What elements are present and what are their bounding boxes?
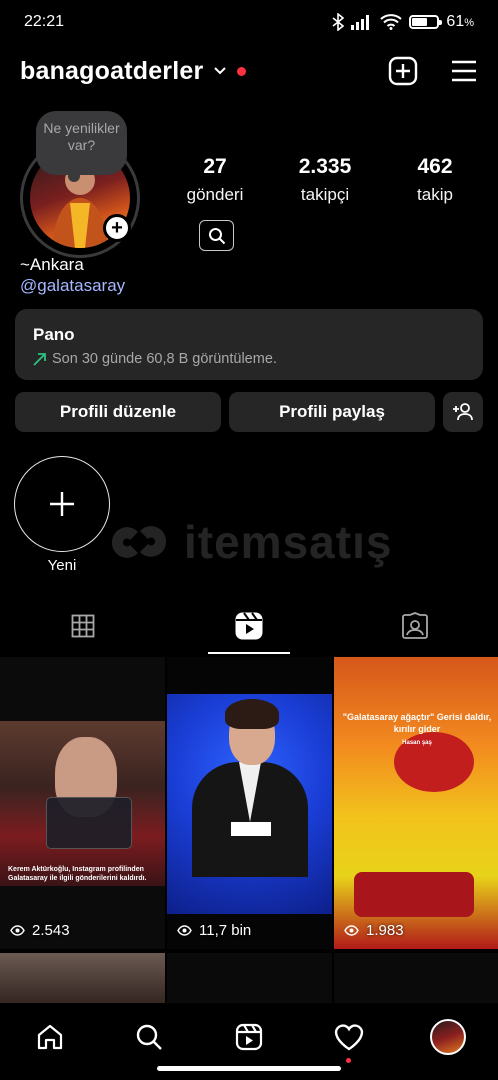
search-icon [208,227,225,244]
reels-icon [235,1023,263,1051]
dashboard-subtitle-row: Son 30 günde 60,8 B görüntüleme. [33,351,465,367]
new-highlight-circle [14,456,110,552]
tab-posts[interactable] [0,598,166,654]
share-profile-button[interactable]: Profili paylaş [229,392,435,432]
reel-view-count: 11,7 bin [199,922,252,939]
nav-home[interactable] [30,1017,70,1057]
home-indicator[interactable] [157,1066,341,1071]
tab-tagged[interactable] [332,598,498,654]
watermark: itemsatış [104,515,392,569]
reel-caption-text: "Galatasaray ağaçtır" Gerisi daldır, kır… [342,712,492,734]
create-post-icon[interactable] [388,56,418,86]
bio-name: ~Ankara [20,255,84,274]
notification-dot [237,66,247,76]
reel-caption-author: Hasan şaş [402,740,432,746]
followers-stat[interactable]: 2.335 takipçi [280,155,370,205]
dashboard-title: Pano [33,325,75,344]
reel-view-count: 2.543 [32,922,70,939]
posts-label: gönderi [186,185,244,204]
wifi-icon [380,14,403,30]
following-stat[interactable]: 462 takip [390,155,480,205]
reel-thumbnail[interactable]: 11,7 bin [167,657,332,949]
reels-icon [235,612,263,640]
reel-view-count: 1.983 [366,922,404,939]
chevron-down-icon[interactable] [213,64,227,78]
username[interactable]: banagoatderler [20,57,203,86]
status-time: 22:21 [24,13,65,30]
heart-icon [334,1024,363,1051]
tab-reels[interactable] [166,598,332,654]
new-highlight[interactable]: Yeni [14,456,110,574]
profile-stats: 27 gönderi 2.335 takipçi 462 takip [170,155,480,205]
nav-reels[interactable] [229,1017,269,1057]
search-icon [137,1024,163,1050]
discover-people-button[interactable] [443,392,483,432]
professional-dashboard[interactable]: Pano Son 30 günde 60,8 B görüntüleme. [15,309,483,380]
plus-icon [50,492,74,516]
edit-profile-button[interactable]: Profili düzenle [15,392,221,432]
profile-actions: Profili düzenle Profili paylaş [15,392,483,432]
eye-icon [10,925,25,936]
bluetooth-icon [332,13,345,31]
nav-profile[interactable] [428,1017,468,1057]
reel-thumbnail[interactable]: Kerem Aktürkoğlu, Instagram profilinden … [0,657,165,949]
trend-up-icon [33,352,46,366]
reel-image-card [46,797,132,849]
following-label: takip [417,185,453,204]
reel-views: 11,7 bin [177,922,251,939]
reel-image-paper [231,822,271,836]
add-story-icon[interactable]: + [103,214,131,242]
bio: ~Ankara @galatasaray [20,254,125,296]
dashboard-subtitle: Son 30 günde 60,8 B görüntüleme. [52,351,277,367]
grid-icon [71,614,95,638]
nav-activity[interactable] [329,1017,369,1063]
bio-mention-link[interactable]: @galatasaray [20,275,125,296]
posts-count: 27 [203,155,227,178]
content-tabs [0,598,498,654]
battery-percent: 61% [446,13,474,30]
following-count: 462 [417,155,453,178]
profile-header: banagoatderler [20,50,478,92]
watermark-text: itemsatış [184,516,393,568]
eye-icon [177,925,192,936]
profile-search-button[interactable] [199,220,234,251]
battery-level [412,18,428,26]
followers-count: 2.335 [298,155,352,178]
watermark-logo [111,526,167,558]
nav-search[interactable] [129,1017,169,1057]
reel-thumbnail[interactable]: "Galatasaray ağaçtır" Gerisi daldır, kır… [334,657,498,949]
activity-notification-dot [345,1058,351,1063]
reel-image-hair [225,699,279,729]
battery-icon [409,15,443,29]
reel-views: 1.983 [344,922,404,939]
followers-label: takipçi [300,185,350,204]
tagged-icon [402,612,428,639]
home-icon [37,1024,62,1050]
signal-icon [351,15,370,30]
reel-caption: Kerem Aktürkoğlu, Instagram profilinden … [8,866,147,882]
status-icons: 61% [332,13,474,31]
reel-image-bed [354,872,474,917]
profile-avatar-icon [430,1019,467,1055]
status-note[interactable]: Ne yenilikler var? [36,111,127,182]
eye-icon [344,925,359,936]
menu-icon[interactable] [450,59,478,83]
status-bar: 22:21 61% [0,0,498,44]
add-person-icon [453,403,473,421]
posts-stat[interactable]: 27 gönderi [170,155,260,205]
reel-caption: "Galatasaray ağaçtır" Gerisi daldır, kır… [342,711,492,749]
reel-views: 2.543 [10,922,70,939]
new-highlight-label: Yeni [47,557,77,574]
